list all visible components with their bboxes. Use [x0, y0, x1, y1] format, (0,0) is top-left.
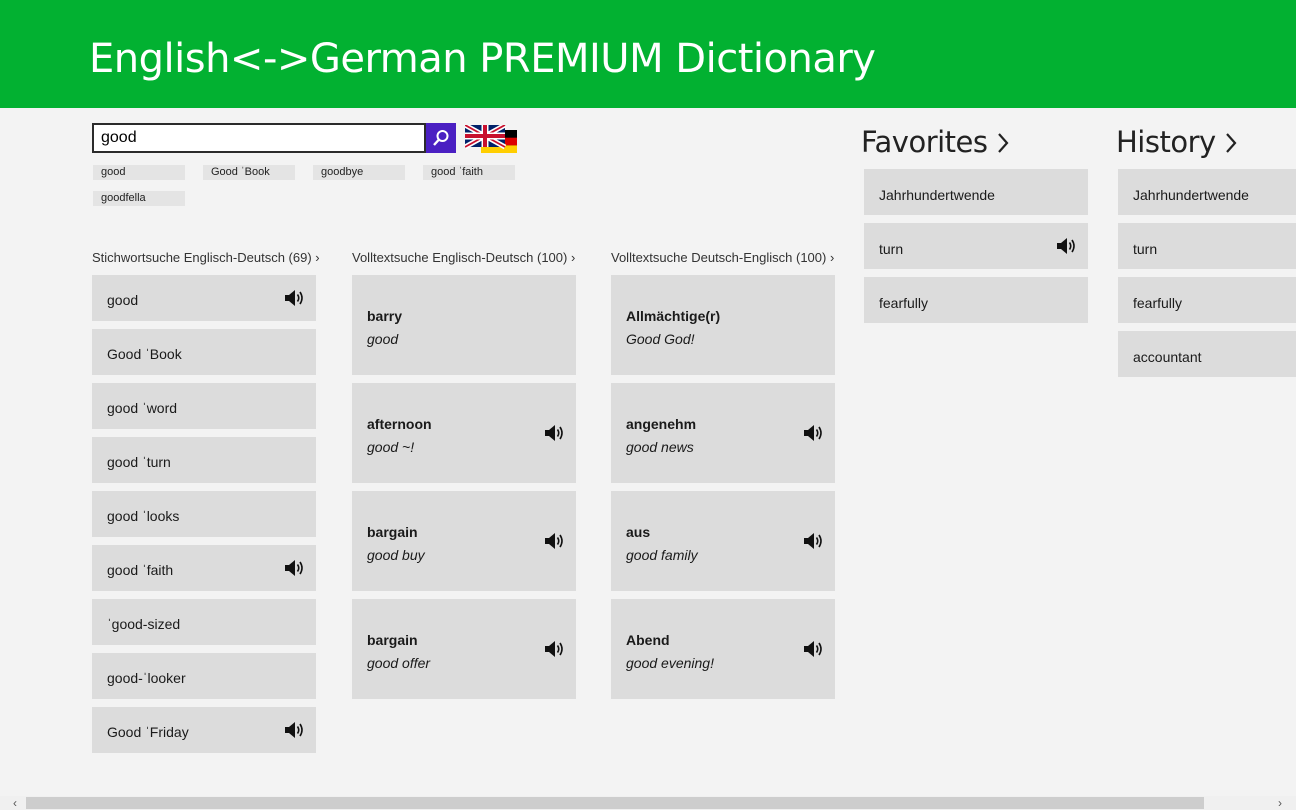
- scroll-left-arrow-icon[interactable]: ‹: [8, 796, 22, 810]
- result-translation: good ~!: [367, 439, 415, 455]
- keyword-result-item[interactable]: ˈgood-sized: [92, 599, 316, 645]
- result-label: good ˈturn: [107, 454, 171, 470]
- history-label: Jahrhundertwende: [1133, 187, 1249, 203]
- favorite-label: Jahrhundertwende: [879, 187, 995, 203]
- suggestion-chip[interactable]: good ˈfaith: [423, 165, 515, 180]
- favorite-item[interactable]: Jahrhundertwende: [864, 169, 1088, 215]
- speaker-icon[interactable]: [284, 289, 304, 307]
- keyword-section-title: Stichwortsuche Englisch-Deutsch (69): [92, 250, 312, 265]
- fulltext-result-card[interactable]: aus good family: [611, 491, 835, 591]
- chevron-right-icon: [998, 133, 1009, 153]
- speaker-icon[interactable]: [803, 532, 823, 550]
- history-item[interactable]: accountant: [1118, 331, 1296, 377]
- history-item[interactable]: turn: [1118, 223, 1296, 269]
- speaker-icon[interactable]: [544, 640, 564, 658]
- app-title: English<->German PREMIUM Dictionary: [89, 36, 876, 82]
- history-header[interactable]: History: [1116, 125, 1238, 159]
- speaker-icon[interactable]: [1056, 237, 1076, 255]
- result-word: Allmächtige(r): [626, 308, 721, 324]
- speaker-icon[interactable]: [284, 721, 304, 739]
- favorites-title: Favorites: [861, 125, 988, 159]
- fulltext-de-en-title: Volltextsuche Deutsch-Englisch (100): [611, 250, 827, 265]
- result-label: good-ˈlooker: [107, 670, 186, 686]
- favorite-label: fearfully: [879, 295, 929, 311]
- result-word: Abend: [626, 632, 670, 648]
- speaker-icon[interactable]: [803, 424, 823, 442]
- result-translation: good offer: [367, 655, 431, 671]
- fulltext-result-card[interactable]: Abend good evening!: [611, 599, 835, 699]
- result-translation: good buy: [367, 547, 425, 563]
- result-translation: good news: [626, 439, 694, 455]
- history-label: accountant: [1133, 349, 1202, 365]
- search-input[interactable]: [92, 123, 426, 153]
- search-button[interactable]: [426, 123, 456, 153]
- result-label: Good ˈFriday: [107, 724, 189, 740]
- uk-de-flag-icon: [463, 122, 517, 153]
- keyword-result-item[interactable]: good: [92, 275, 316, 321]
- result-translation: good: [367, 331, 399, 347]
- suggestion-chip[interactable]: goodfella: [93, 191, 185, 206]
- chevron-right-icon: ›: [829, 250, 835, 265]
- result-translation: good evening!: [626, 655, 714, 671]
- result-word: angenehm: [626, 416, 697, 432]
- fulltext-result-card[interactable]: bargain good offer: [352, 599, 576, 699]
- keyword-section-header[interactable]: Stichwortsuche Englisch-Deutsch (69) ›: [92, 250, 320, 265]
- speaker-icon[interactable]: [284, 559, 304, 577]
- result-translation: Good God!: [626, 331, 695, 347]
- history-item[interactable]: fearfully: [1118, 277, 1296, 323]
- result-label: Good ˈBook: [107, 346, 182, 362]
- result-translation: good family: [626, 547, 698, 563]
- fulltext-en-de-section-header[interactable]: Volltextsuche Englisch-Deutsch (100) ›: [352, 250, 575, 265]
- keyword-result-item[interactable]: good ˈword: [92, 383, 316, 429]
- result-word: aus: [626, 524, 651, 540]
- favorite-label: turn: [879, 241, 904, 257]
- chevron-right-icon: ›: [315, 250, 320, 265]
- fulltext-result-card[interactable]: angenehm good news: [611, 383, 835, 483]
- fulltext-de-en-section-header[interactable]: Volltextsuche Deutsch-Englisch (100) ›: [611, 250, 834, 265]
- favorite-item[interactable]: fearfully: [864, 277, 1088, 323]
- fulltext-result-card[interactable]: barry good: [352, 275, 576, 375]
- fulltext-result-card[interactable]: bargain good buy: [352, 491, 576, 591]
- result-word: bargain: [367, 632, 418, 648]
- language-toggle-button[interactable]: [463, 122, 517, 153]
- keyword-result-item[interactable]: good-ˈlooker: [92, 653, 316, 699]
- fulltext-en-de-title: Volltextsuche Englisch-Deutsch (100): [352, 250, 568, 265]
- chevron-right-icon: ›: [570, 250, 576, 265]
- chevron-right-icon: [1226, 133, 1237, 153]
- keyword-result-item[interactable]: Good ˈBook: [92, 329, 316, 375]
- suggestion-chip[interactable]: Good ˈBook: [203, 165, 295, 180]
- keyword-result-item[interactable]: good ˈfaith: [92, 545, 316, 591]
- suggestion-chip[interactable]: good: [93, 165, 185, 180]
- result-label: ˈgood-sized: [107, 616, 181, 632]
- result-label: good ˈfaith: [107, 562, 174, 578]
- keyword-result-item[interactable]: good ˈturn: [92, 437, 316, 483]
- speaker-icon[interactable]: [803, 640, 823, 658]
- fulltext-result-card[interactable]: afternoon good ~!: [352, 383, 576, 483]
- keyword-result-item[interactable]: Good ˈFriday: [92, 707, 316, 753]
- keyword-result-item[interactable]: good ˈlooks: [92, 491, 316, 537]
- scroll-right-arrow-icon[interactable]: ›: [1273, 796, 1287, 810]
- history-item[interactable]: Jahrhundertwende: [1118, 169, 1296, 215]
- app-header: English<->German PREMIUM Dictionary: [0, 0, 1296, 108]
- result-label: good ˈword: [107, 400, 178, 416]
- speaker-icon[interactable]: [544, 532, 564, 550]
- history-title: History: [1116, 125, 1216, 159]
- history-label: turn: [1133, 241, 1158, 257]
- result-word: afternoon: [367, 416, 432, 432]
- result-label: good ˈlooks: [107, 508, 180, 524]
- speaker-icon[interactable]: [544, 424, 564, 442]
- result-label: good: [107, 292, 139, 308]
- history-label: fearfully: [1133, 295, 1183, 311]
- result-word: bargain: [367, 524, 418, 540]
- scrollbar-thumb[interactable]: [26, 797, 1204, 809]
- search-icon: [433, 130, 449, 146]
- result-word: barry: [367, 308, 403, 324]
- favorites-header[interactable]: Favorites: [861, 125, 1010, 159]
- fulltext-result-card[interactable]: Allmächtige(r) Good God!: [611, 275, 835, 375]
- suggestion-chip[interactable]: goodbye: [313, 165, 405, 180]
- favorite-item[interactable]: turn: [864, 223, 1088, 269]
